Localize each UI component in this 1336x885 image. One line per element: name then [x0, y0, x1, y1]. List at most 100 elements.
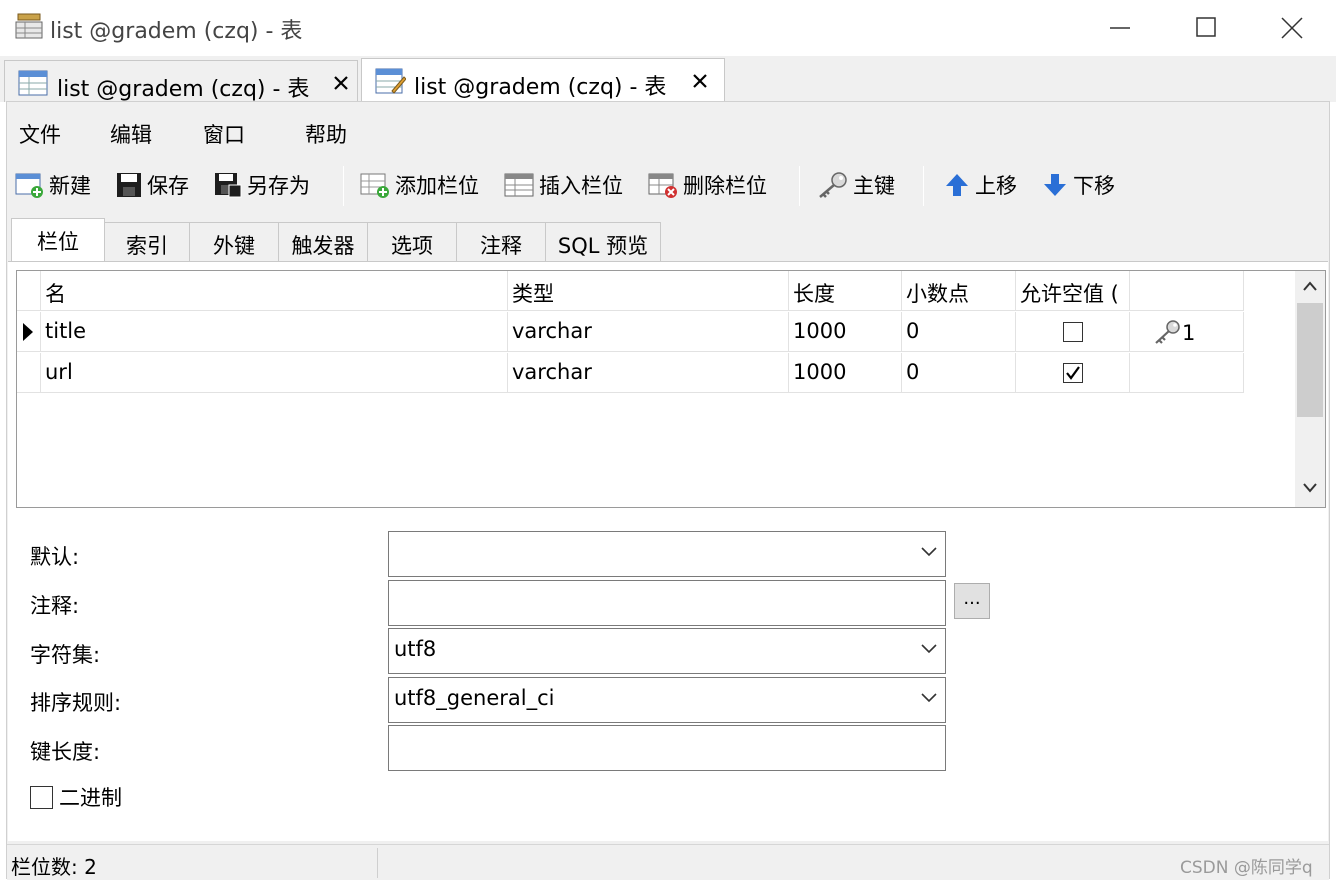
arrow-up-icon: [946, 174, 968, 196]
arrow-down-icon: [1044, 174, 1066, 196]
move-down-label: 下移: [1073, 174, 1115, 198]
header-key[interactable]: [1130, 271, 1244, 311]
window-title: list @gradem (czq) - 表: [50, 19, 303, 44]
comment-input[interactable]: [388, 580, 946, 626]
cell-field-nullable[interactable]: [1016, 353, 1130, 393]
cell-field-key[interactable]: 1: [1130, 312, 1244, 352]
maximize-button[interactable]: [1183, 8, 1229, 48]
cell-field-name[interactable]: title: [41, 312, 508, 352]
charset-value: utf8: [394, 637, 437, 661]
cell-field-decimals[interactable]: 0: [902, 353, 1016, 393]
row-selector[interactable]: [17, 312, 41, 352]
menu-window[interactable]: 窗口: [203, 119, 245, 149]
cell-field-type[interactable]: varchar: [508, 353, 789, 393]
chevron-down-icon: [921, 644, 937, 654]
doc-tab-label: list @gradem (czq) - 表: [414, 75, 667, 100]
toolbar-separator: [343, 166, 344, 206]
charset-select[interactable]: utf8: [388, 628, 946, 674]
close-window-button[interactable]: [1269, 8, 1315, 48]
scrollbar-thumb[interactable]: [1297, 303, 1323, 417]
header-type[interactable]: 类型: [508, 271, 789, 311]
new-label: 新建: [49, 174, 91, 198]
save-button[interactable]: 保存: [115, 168, 189, 202]
tab-fields[interactable]: 栏位: [11, 218, 105, 263]
close-tab-icon[interactable]: [690, 71, 710, 91]
minimize-icon: [1110, 27, 1130, 29]
key-length-label: 键长度:: [30, 740, 101, 764]
key-icon: [1155, 320, 1180, 344]
cell-field-length[interactable]: 1000: [789, 353, 902, 393]
primary-key-button[interactable]: 主键: [815, 168, 895, 202]
comment-label: 注释:: [30, 594, 80, 618]
nullable-checkbox[interactable]: [1062, 363, 1083, 383]
default-select[interactable]: [388, 531, 946, 577]
chevron-down-icon: [921, 547, 937, 557]
scroll-up-icon[interactable]: [1303, 281, 1317, 291]
delete-field-button[interactable]: 删除栏位: [647, 168, 767, 202]
delete-field-label: 删除栏位: [683, 174, 767, 198]
save-as-icon: [215, 173, 242, 198]
status-bar: 栏位数: 2: [7, 844, 1329, 880]
cell-field-nullable[interactable]: [1016, 312, 1130, 352]
key-icon: [819, 172, 847, 198]
menu-file[interactable]: 文件: [19, 119, 61, 149]
close-tab-icon[interactable]: [331, 73, 351, 93]
doc-tab-label: list @gradem (czq) - 表: [57, 77, 310, 102]
add-field-button[interactable]: 添加栏位: [359, 168, 479, 202]
key-length-input[interactable]: [388, 725, 946, 771]
status-separator: [377, 848, 378, 878]
tab-sql-preview[interactable]: SQL 预览: [545, 222, 661, 262]
header-name[interactable]: 名: [41, 271, 508, 311]
header-decimals[interactable]: 小数点: [902, 271, 1016, 311]
new-button[interactable]: 新建: [15, 168, 91, 202]
binary-checkbox[interactable]: [30, 785, 53, 809]
primary-key-label: 主键: [853, 174, 895, 198]
scroll-down-icon[interactable]: [1303, 483, 1317, 493]
collation-select[interactable]: utf8_general_ci: [388, 677, 946, 723]
row-selector[interactable]: [17, 353, 41, 393]
insert-field-label: 插入栏位: [539, 174, 623, 198]
menu-edit[interactable]: 编辑: [110, 119, 152, 149]
cell-field-key[interactable]: [1130, 353, 1244, 393]
cell-field-type[interactable]: varchar: [508, 312, 789, 352]
fields-grid: 名 类型 长度 小数点 允许空值 ( title varchar 1000 0 …: [16, 270, 1326, 508]
binary-label: 二进制: [59, 786, 122, 810]
cell-field-length[interactable]: 1000: [789, 312, 902, 352]
insert-field-button[interactable]: 插入栏位: [503, 168, 623, 202]
move-up-button[interactable]: 上移: [943, 168, 1017, 202]
insert-field-icon: [504, 173, 534, 197]
tab-indexes[interactable]: 索引: [104, 222, 190, 262]
tab-options[interactable]: 选项: [367, 222, 457, 262]
nullable-checkbox[interactable]: [1062, 322, 1083, 342]
tab-foreign-keys[interactable]: 外键: [189, 222, 279, 262]
menu-bar: 文件 编辑 窗口 帮助: [7, 110, 1329, 150]
document-tab-strip: list @gradem (czq) - 表 list @gradem (czq…: [0, 56, 1336, 103]
key-order: 1: [1182, 321, 1196, 345]
comment-edit-button[interactable]: ...: [954, 583, 990, 619]
designer-tab-strip: 栏位 索引 外键 触发器 选项 注释 SQL 预览: [7, 216, 1329, 263]
checkmark-icon: [1065, 366, 1080, 380]
title-bar: list @gradem (czq) - 表: [0, 0, 1336, 56]
save-icon: [117, 173, 141, 197]
table-designer-panel: 文件 编辑 窗口 帮助 新建 保存 另存为 添加栏位 插入栏位 删除栏位 主键 …: [6, 101, 1330, 880]
toolbar: 新建 保存 另存为 添加栏位 插入栏位 删除栏位 主键 上移 下移: [7, 160, 1329, 208]
tab-comment[interactable]: 注释: [456, 222, 546, 262]
cell-field-name[interactable]: url: [41, 353, 508, 393]
menu-help[interactable]: 帮助: [305, 119, 347, 149]
header-length[interactable]: 长度: [789, 271, 902, 311]
grid-vertical-scrollbar[interactable]: [1295, 271, 1325, 507]
save-as-button[interactable]: 另存为: [213, 168, 310, 202]
doc-tab-1[interactable]: list @gradem (czq) - 表: [4, 60, 358, 102]
new-table-icon: [15, 173, 43, 198]
cell-field-decimals[interactable]: 0: [902, 312, 1016, 352]
collation-value: utf8_general_ci: [394, 686, 555, 710]
charset-label: 字符集:: [30, 643, 101, 667]
move-up-label: 上移: [975, 174, 1017, 198]
doc-tab-2[interactable]: list @gradem (czq) - 表: [361, 58, 725, 103]
minimize-button[interactable]: [1097, 8, 1143, 48]
header-nullable[interactable]: 允许空值 (: [1016, 271, 1130, 311]
tab-triggers[interactable]: 触发器: [278, 222, 368, 262]
move-down-button[interactable]: 下移: [1041, 168, 1115, 202]
binary-option[interactable]: 二进制: [30, 782, 122, 812]
table-icon: [18, 70, 48, 96]
